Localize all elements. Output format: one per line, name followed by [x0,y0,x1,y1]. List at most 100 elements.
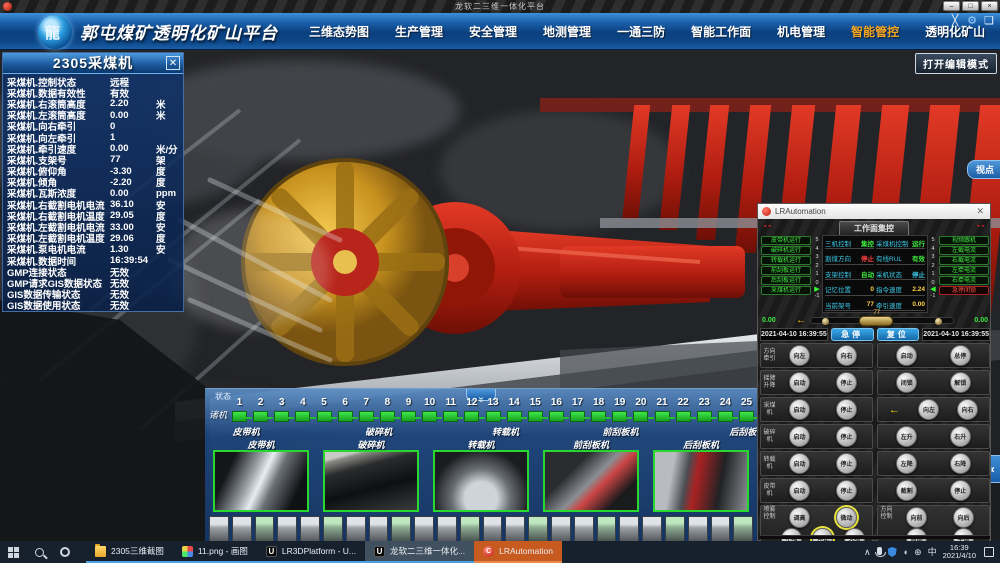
向左-button[interactable]: 向左 [918,399,939,420]
reset-button[interactable]: 复位 [877,328,920,341]
taskbar-item-folder[interactable]: 2305三维截图 [86,541,173,563]
machine-status-square[interactable] [295,411,310,422]
machine-status-square[interactable] [528,411,543,422]
machine-status-square[interactable] [718,411,733,422]
machine-status-square[interactable] [317,411,332,422]
support-model [437,516,457,541]
调高-button[interactable]: 调高 [789,507,810,528]
settings-gear-icon[interactable]: ⚙ [965,14,979,27]
总停-button[interactable]: 总停 [950,345,971,366]
启动-button[interactable]: 启动 [789,453,810,474]
estop-button[interactable]: 急停 [831,328,874,341]
向前-button[interactable]: 向前 [906,507,927,528]
启动-button[interactable]: 启动 [789,399,810,420]
右升-button[interactable]: 右升 [950,426,971,447]
ime-indicator[interactable]: 中 [928,541,937,563]
nav-item-智能管控[interactable]: 智能管控 [838,23,912,40]
slider-track[interactable]: 77 [810,317,954,324]
machine-status-square[interactable] [401,411,416,422]
右降-button[interactable]: 右降 [950,453,971,474]
停止-button[interactable]: 停止 [836,399,857,420]
nav-item-生产管理[interactable]: 生产管理 [382,23,456,40]
machine-status-square[interactable] [591,411,606,422]
lr-close-icon[interactable]: ✕ [974,206,986,217]
camera-thumbnail[interactable] [543,450,639,512]
machine-status-square[interactable] [422,411,437,422]
search-button[interactable] [26,541,52,563]
启动-button[interactable]: 启动 [789,372,810,393]
network-globe-icon[interactable]: ⊕ [914,541,922,563]
camera-thumbnail[interactable] [653,450,749,512]
notification-center-icon[interactable] [984,547,994,557]
machine-status-square[interactable] [359,411,374,422]
machine-status-square[interactable] [253,411,268,422]
machine-status-square[interactable] [655,411,670,422]
nav-item-智能工作面[interactable]: 智能工作面 [678,23,764,40]
machine-status-square[interactable] [486,411,501,422]
camera-thumbnail[interactable] [433,450,529,512]
微动-button[interactable]: 微动 [836,507,857,528]
taskbar-item-lr[interactable]: CLRAutomation [474,541,562,563]
clock[interactable]: 16:39 2021/4/10 [943,544,976,561]
左升-button[interactable]: 左升 [896,426,917,447]
close-button[interactable]: × [981,1,998,11]
machine-status-square[interactable] [380,411,395,422]
machine-status-square[interactable] [549,411,564,422]
向后-button[interactable]: 向后 [953,507,974,528]
machine-status-square[interactable] [464,411,479,422]
taskbar-item-paint[interactable]: 11.png - 画图 [173,541,257,563]
向右-button[interactable]: 向右 [836,345,857,366]
启动-button[interactable]: 启动 [789,426,810,447]
machine-status-square[interactable] [676,411,691,422]
停止-button[interactable]: 停止 [836,372,857,393]
停止-button[interactable]: 停止 [836,453,857,474]
taskbar-item-unreal[interactable]: ULR3DPlatform - U... [257,541,365,563]
启动-button[interactable]: 启动 [789,480,810,501]
machine-status-square[interactable] [612,411,627,422]
nav-item-机电管理[interactable]: 机电管理 [764,23,838,40]
停止-button[interactable]: 停止 [950,480,971,501]
machine-status-square[interactable] [633,411,648,422]
machine-status-square[interactable] [232,411,247,422]
restore-window-icon[interactable]: ❏ [982,14,996,27]
截割-button[interactable]: 截割 [896,480,917,501]
左降-button[interactable]: 左降 [896,453,917,474]
hidden-icons-chevron[interactable]: ∧ [864,541,871,563]
taskbar-item-unreal[interactable]: U龙软二三维一体化... [365,541,474,563]
unreal-icon: U [374,546,385,557]
viewpoint-tab[interactable]: 视点 [967,160,1000,179]
slider-handle[interactable] [859,316,893,326]
向右-button[interactable]: 向右 [957,399,978,420]
minimize-button[interactable]: – [943,1,960,11]
解锁-button[interactable]: 解锁 [950,372,971,393]
support-model [642,516,662,541]
nav-item-三维态势图[interactable]: 三维态势图 [296,23,382,40]
machine-status-square[interactable] [443,411,458,422]
data-value: 0.00 [110,143,156,154]
maximize-button[interactable]: □ [962,1,979,11]
camera-thumbnail[interactable] [213,450,309,512]
machine-status-square[interactable] [507,411,522,422]
nav-item-安全管理[interactable]: 安全管理 [456,23,530,40]
volume-icon[interactable]: ◖ [903,541,908,563]
machine-status-square[interactable] [274,411,289,422]
machine-status-square[interactable] [338,411,353,422]
open-edit-mode-button[interactable]: 打开编辑模式 [915,53,997,74]
microphone-icon[interactable] [877,547,882,555]
nav-item-一通三防[interactable]: 一通三防 [604,23,678,40]
向左-button[interactable]: 向左 [789,345,810,366]
闭锁-button[interactable]: 闭锁 [896,372,917,393]
start-button[interactable] [0,541,26,563]
停止-button[interactable]: 停止 [836,480,857,501]
停止-button[interactable]: 停止 [836,426,857,447]
machine-status-square[interactable] [697,411,712,422]
nav-item-地测管理[interactable]: 地测管理 [530,23,604,40]
tools-icon[interactable]: ╳ [948,14,962,27]
panel-close-icon[interactable]: ✕ [166,56,180,70]
启动-button[interactable]: 启动 [896,345,917,366]
machine-status-square[interactable] [739,411,754,422]
security-shield-icon[interactable] [888,547,897,557]
camera-thumbnail[interactable] [323,450,419,512]
cortana-button[interactable] [52,541,78,563]
machine-status-square[interactable] [570,411,585,422]
